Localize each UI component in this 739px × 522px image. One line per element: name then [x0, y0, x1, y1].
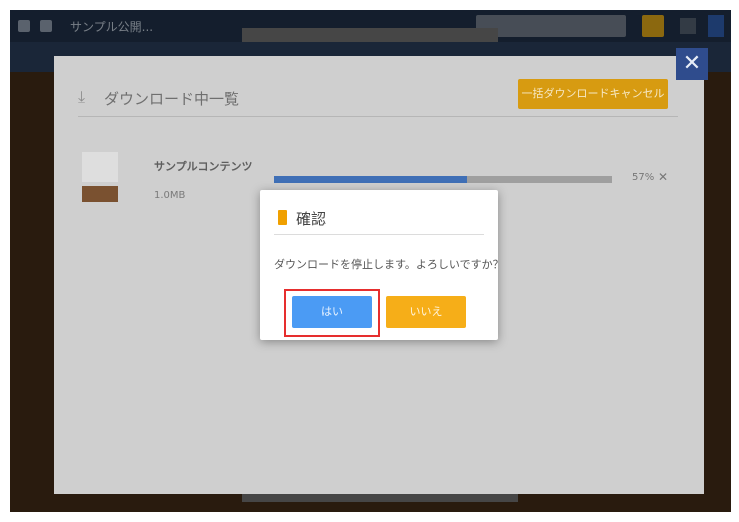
close-icon[interactable]: ✕ [656, 170, 670, 184]
download-icon: ⤓ [78, 87, 86, 106]
dialog-divider [274, 234, 484, 235]
confirm-dialog: 確認 ダウンロードを停止します。よろしいですか？ はい いいえ [260, 190, 504, 340]
info-bar-icon [278, 210, 287, 225]
item-name: サンプルコンテンツ [154, 160, 253, 173]
download-progress-fill [274, 176, 467, 183]
close-icon[interactable]: ✕ [676, 48, 708, 80]
app-frame: サンプル公開... ⤓ ダウンロード中一覧 一括ダウンロードキャンセル サンプル… [10, 10, 731, 512]
progress-percent: 57% [632, 172, 655, 183]
panel-title: ダウンロード中一覧 [104, 90, 240, 108]
cancel-all-downloads-button[interactable]: 一括ダウンロードキャンセル [518, 79, 668, 109]
dialog-title: 確認 [296, 210, 327, 228]
download-progress-bar [274, 176, 612, 183]
no-button[interactable]: いいえ [386, 296, 466, 328]
yes-button[interactable]: はい [292, 296, 372, 328]
item-thumbnail [82, 152, 118, 182]
dialog-message: ダウンロードを停止します。よろしいですか？ [274, 258, 504, 271]
item-size: 1.0MB [154, 190, 186, 201]
item-thumbnail-image [82, 186, 118, 202]
